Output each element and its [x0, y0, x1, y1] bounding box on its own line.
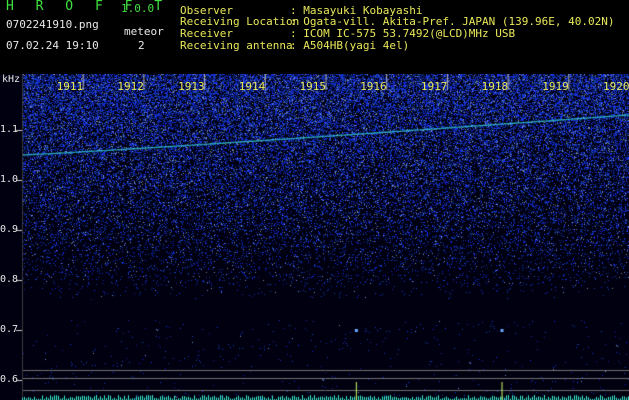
y-tick-label: 0.7: [0, 324, 19, 335]
x-tick-label: 1914: [238, 80, 266, 93]
x-tick-label: 1911: [56, 80, 84, 93]
x-tick-label: 1915: [299, 80, 327, 93]
meteor-count: 2: [138, 39, 145, 52]
x-tick-label: 1913: [178, 80, 205, 93]
y-tick-label: 0.6: [0, 374, 19, 385]
antenna-label: Receiving antenna: [180, 39, 293, 52]
y-axis-unit: kHz: [2, 74, 21, 85]
y-tick-label: 0.8: [0, 274, 19, 285]
x-tick-label: 1917: [420, 80, 448, 93]
y-tick-label: 1.1: [0, 124, 19, 135]
x-tick-label: 1920: [603, 80, 629, 93]
meteor-label: meteor: [124, 25, 164, 38]
x-tick-label: 1919: [542, 80, 569, 93]
spectrogram-plot: [0, 74, 629, 400]
antenna-value: : A504HB(yagi 4el): [290, 39, 410, 52]
x-tick-label: 1918: [481, 80, 509, 93]
app-version: 1.0.0: [121, 2, 155, 15]
y-tick-label: 0.9: [0, 224, 19, 235]
y-tick-label: 1.0: [0, 174, 19, 185]
x-tick-label: 1916: [360, 80, 387, 93]
file-datetime: 07.02.24 19:10: [6, 39, 99, 52]
x-tick-label: 1912: [117, 80, 144, 93]
file-name: 0702241910.png: [6, 18, 99, 31]
